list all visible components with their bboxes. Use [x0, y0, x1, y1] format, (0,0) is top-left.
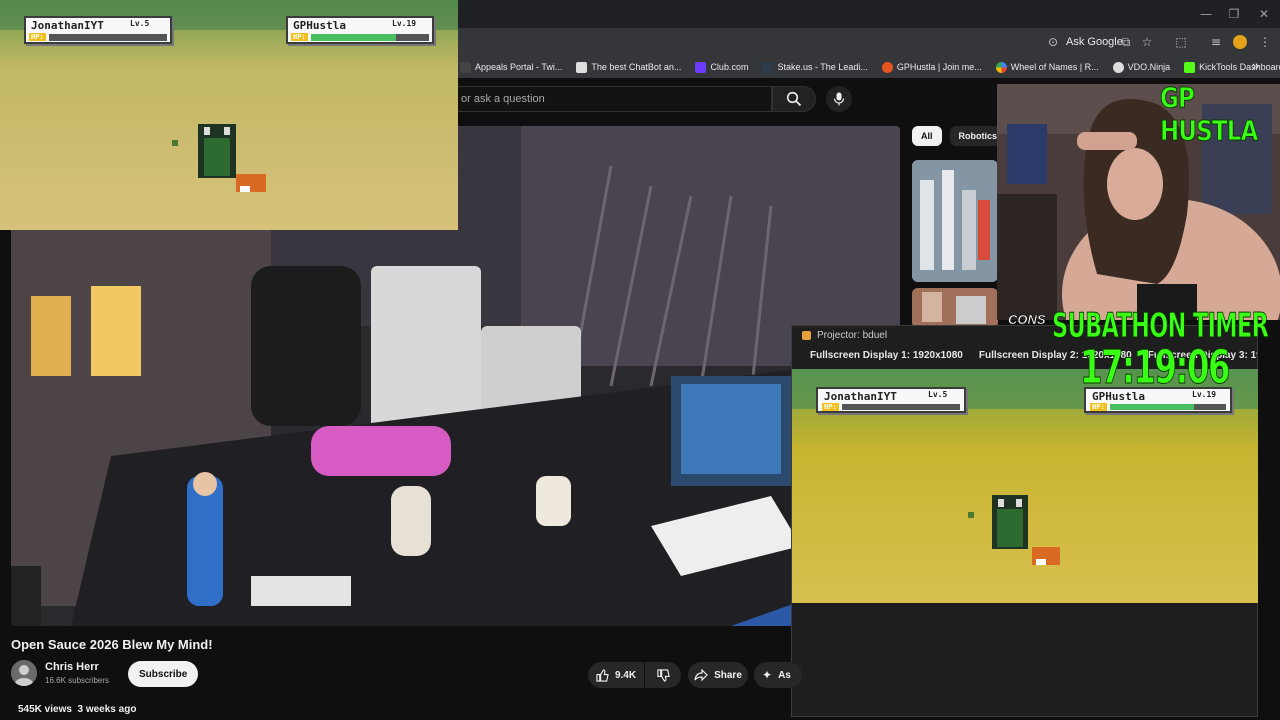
opponent-hp-fill [1110, 404, 1194, 410]
upload-age: 3 weeks ago [77, 704, 137, 715]
bookmark-favicon-icon [1112, 61, 1124, 73]
subathon-timer-value: 17:19:06 [1080, 340, 1231, 395]
sparkle-icon: ✦ [762, 668, 773, 682]
ask-label: As [778, 669, 791, 681]
more-menu-icon[interactable]: ⋮ [1256, 33, 1274, 51]
bookmark-favicon-icon [1184, 61, 1196, 73]
maximize-icon[interactable]: ❐ [1218, 0, 1250, 28]
player-hp-box: JonathanIYT Lv.5 HP: [816, 387, 966, 413]
streamer-name-label: GP HUSTLA [1160, 81, 1259, 148]
view-count: 545K views [18, 704, 72, 715]
bookmark-item[interactable]: The best ChatBot an... [576, 61, 682, 73]
obs-icon [802, 330, 811, 340]
player-name: JonathanIYT [824, 390, 897, 403]
player-hp-bar [842, 404, 960, 410]
extensions-icon[interactable]: ⬚ [1172, 33, 1190, 51]
bookmark-label: KickTools Dashboard [1199, 62, 1280, 72]
player-hp-box: JonathanIYT Lv.5 HP: [24, 16, 172, 44]
opponent-hp-bar [311, 34, 429, 41]
bookmark-favicon-icon [460, 61, 471, 73]
bookmark-favicon-icon [995, 61, 1007, 73]
search-input[interactable]: or ask a question [448, 86, 772, 112]
opponent-hp-bar [1110, 404, 1226, 410]
opponent-hp-label: HP: [291, 33, 308, 41]
bookmark-label: Wheel of Names | R... [1010, 62, 1099, 72]
opponent-hp-label: HP: [1090, 403, 1107, 411]
bookmark-item[interactable]: VDO.Ninja [1112, 61, 1171, 73]
like-count: 9.4K [614, 669, 637, 681]
subscribe-button[interactable]: Subscribe [128, 661, 199, 687]
bookmark-label: VDO.Ninja [1127, 62, 1171, 72]
ask-button[interactable]: ✦ As [754, 662, 802, 688]
projector-title: Projector: bduel [817, 329, 888, 341]
search-button[interactable] [772, 86, 816, 112]
bookmark-item[interactable]: Appeals Portal - Twi... [460, 61, 563, 73]
channel-name[interactable]: Chris Herr [45, 661, 99, 673]
bookmark-label: Appeals Portal - Twi... [475, 62, 563, 72]
bookmark-favicon-icon [881, 61, 893, 73]
game-overlay: JonathanIYT Lv.5 HP: GPHustla Lv.19 HP: [0, 0, 458, 230]
bookmark-label: Club.com [710, 62, 749, 72]
player-hp-label: HP: [822, 403, 839, 411]
subscriber-count: 16.6K subscribers [45, 676, 110, 685]
dislike-button[interactable] [645, 662, 681, 688]
bookmark-item[interactable]: KickTools Dashboard [1184, 61, 1280, 73]
bookmark-favicon-icon [762, 61, 774, 73]
bookmark-label: GPHustla | Join me... [896, 62, 982, 72]
video-stats: 545K views 3 weeks ago [18, 704, 136, 715]
avatar[interactable] [11, 660, 37, 686]
ask-google-label: Ask Google [1066, 36, 1123, 48]
search-placeholder: or ask a question [461, 93, 545, 105]
thumbs-up-icon [596, 668, 609, 682]
share-label: Share [714, 669, 742, 681]
reading-list-icon[interactable]: ≡ [1207, 33, 1225, 51]
share-icon [694, 669, 708, 681]
bookmark-item[interactable]: GPHustla | Join me... [881, 61, 982, 73]
ask-google-button[interactable]: ⊙ Ask Google [1044, 33, 1123, 51]
opponent-name: GPHustla [293, 19, 346, 32]
bookmark-item[interactable]: Club.com [695, 61, 749, 73]
player-name: JonathanIYT [31, 19, 104, 32]
projector-game-view: JonathanIYT Lv.5 HP: GPHustla Lv.19 HP: [792, 369, 1258, 603]
bookmark-favicon-icon [695, 61, 707, 73]
chip-all[interactable]: All [912, 126, 942, 146]
search-icon [786, 91, 802, 107]
filter-chips: All Robotics [912, 126, 1007, 146]
share-button[interactable]: Share [688, 662, 748, 688]
player-hp-label: HP: [29, 33, 46, 41]
player-level: Lv.5 [130, 19, 150, 28]
recommended-thumbnail[interactable] [912, 288, 998, 328]
profile-avatar[interactable] [1233, 35, 1247, 49]
player-hp-bar [49, 34, 167, 41]
bookmark-label: Stake.us - The Leadi... [777, 62, 868, 72]
bookmark-item[interactable]: Stake.us - The Leadi... [762, 61, 868, 73]
fullscreen-display-1-item[interactable]: Fullscreen Display 1: 1920x1080 [810, 350, 963, 361]
thumbs-down-icon [656, 668, 670, 682]
install-app-icon[interactable]: ⧉ [1117, 33, 1135, 51]
thumbnail-image [912, 160, 998, 282]
thumbnail-image [912, 288, 998, 328]
microphone-icon [833, 92, 845, 106]
like-button[interactable]: 9.4K [588, 662, 644, 688]
google-lens-icon: ⊙ [1047, 35, 1059, 49]
opponent-hp-box: GPHustla Lv.19 HP: [286, 16, 434, 44]
bookmark-star-icon[interactable]: ☆ [1138, 33, 1156, 51]
opponent-hp-fill [311, 34, 396, 41]
bookmark-item[interactable]: Wheel of Names | R... [995, 61, 1099, 73]
bookmark-favicon-icon [576, 61, 588, 73]
player-level: Lv.5 [928, 390, 948, 399]
recommended-thumbnail[interactable] [912, 160, 998, 282]
bookmark-label: The best ChatBot an... [591, 62, 682, 72]
avatar-image [11, 660, 37, 686]
close-icon[interactable]: ✕ [1248, 0, 1280, 28]
voice-search-button[interactable] [826, 86, 852, 112]
opponent-level: Lv.19 [392, 19, 417, 28]
video-title: Open Sauce 2026 Blew My Mind! [11, 637, 213, 652]
more-bookmarks-button[interactable]: » [1252, 58, 1259, 73]
